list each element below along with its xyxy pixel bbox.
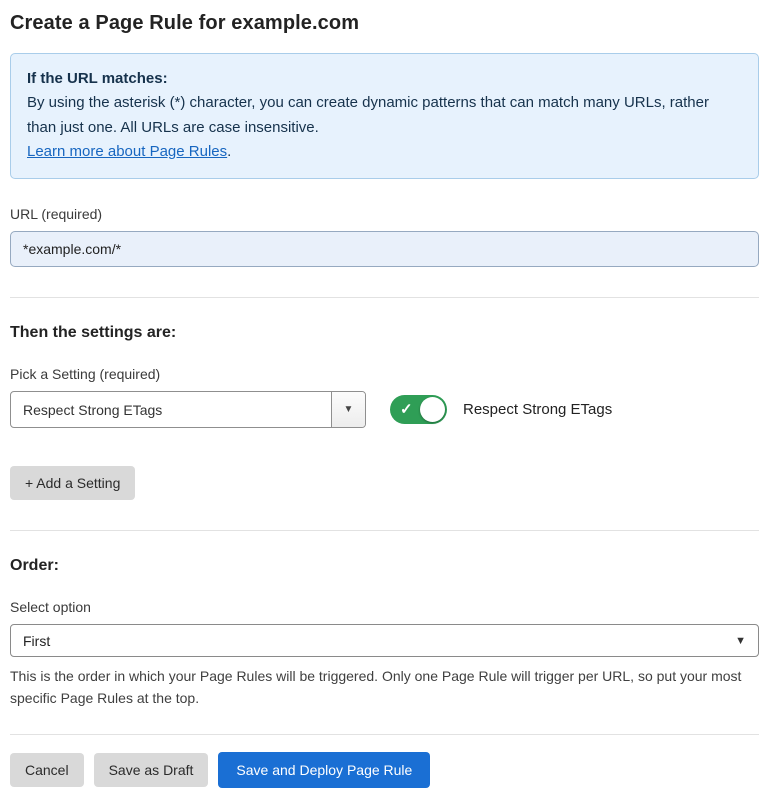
actions-row: Cancel Save as Draft Save and Deploy Pag… xyxy=(10,752,759,788)
setting-select-caret-button[interactable]: ▼ xyxy=(331,392,365,427)
save-and-deploy-button[interactable]: Save and Deploy Page Rule xyxy=(218,752,430,788)
order-select-label: Select option xyxy=(10,599,759,615)
order-select[interactable]: First ▼ xyxy=(10,624,759,657)
setting-select[interactable]: Respect Strong ETags ▼ xyxy=(10,391,366,428)
url-match-info-box: If the URL matches: By using the asteris… xyxy=(10,53,759,179)
link-period: . xyxy=(227,143,231,160)
caret-down-icon: ▼ xyxy=(344,404,354,415)
url-field-label: URL (required) xyxy=(10,206,759,222)
save-as-draft-button[interactable]: Save as Draft xyxy=(94,753,209,787)
info-box-body: By using the asterisk (*) character, you… xyxy=(27,94,709,135)
info-box-heading: If the URL matches: xyxy=(27,67,742,91)
toggle-knob xyxy=(420,397,445,422)
url-input[interactable] xyxy=(10,231,759,267)
respect-strong-etags-toggle[interactable]: ✓ xyxy=(390,395,447,424)
check-icon: ✓ xyxy=(400,402,413,417)
cancel-button[interactable]: Cancel xyxy=(10,753,84,787)
chevron-down-icon: ▼ xyxy=(735,635,746,647)
divider xyxy=(10,734,759,735)
setting-select-value: Respect Strong ETags xyxy=(11,392,331,427)
order-section-heading: Order: xyxy=(10,557,759,575)
toggle-label: Respect Strong ETags xyxy=(463,401,612,418)
order-help-text: This is the order in which your Page Rul… xyxy=(10,666,750,709)
pick-setting-label: Pick a Setting (required) xyxy=(10,366,759,382)
setting-row: Respect Strong ETags ▼ ✓ Respect Strong … xyxy=(10,391,759,428)
divider xyxy=(10,530,759,531)
order-select-value: First xyxy=(23,633,50,649)
settings-section-heading: Then the settings are: xyxy=(10,324,759,342)
learn-more-link[interactable]: Learn more about Page Rules xyxy=(27,143,227,160)
page-title: Create a Page Rule for example.com xyxy=(10,12,759,35)
divider xyxy=(10,297,759,298)
add-setting-button[interactable]: + Add a Setting xyxy=(10,466,135,500)
